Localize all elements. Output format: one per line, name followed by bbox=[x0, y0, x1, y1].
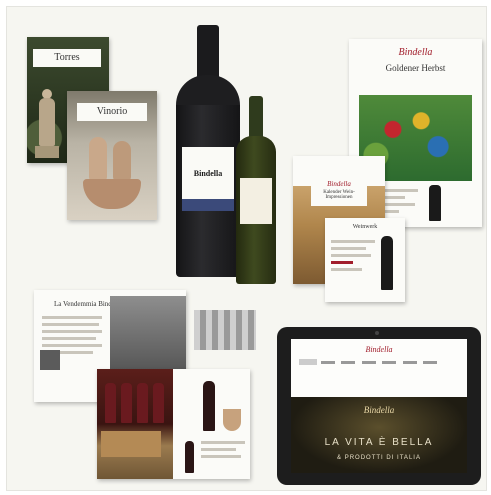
herbst-logo: Bindella bbox=[398, 47, 433, 58]
tablet-hero-sub: & PRODOTTI DI ITALIA bbox=[337, 455, 421, 461]
tablet-hero-brand: Bindella bbox=[363, 405, 395, 415]
tablet-hero: Bindella LA VITA È BELLA & PRODOTTI DI I… bbox=[291, 397, 467, 473]
kalender-logo: Bindella bbox=[327, 180, 351, 188]
tablet-nav bbox=[321, 361, 437, 364]
tablet-camera bbox=[375, 331, 379, 335]
tablet-logo: Bindella bbox=[365, 345, 393, 354]
herbst-bottle bbox=[429, 185, 441, 221]
herbst-title: Goldener Herbst bbox=[385, 63, 446, 73]
wine-cellar-photo bbox=[97, 369, 173, 479]
tablet-nav-icons bbox=[299, 359, 317, 365]
wine-bottle-name: Bindella bbox=[193, 169, 223, 178]
vinorio-booklet: Vinorio bbox=[67, 91, 157, 220]
magazine-product-page bbox=[177, 369, 250, 479]
kalender-inset-text: Kalender Wein-Impressionen bbox=[323, 190, 355, 200]
price-flyer-text bbox=[331, 240, 375, 275]
sculpture-image bbox=[83, 133, 141, 213]
wine-bottle-label: Bindella bbox=[182, 147, 234, 211]
tablet-screen: Bindella Bindella LA VITA È BELLA & PROD… bbox=[291, 339, 467, 473]
torres-label: Torres bbox=[33, 49, 101, 67]
price-flyer: Weinwerk bbox=[325, 218, 405, 302]
collage-frame: Torres Vinorio Bindella Bindella Goldene… bbox=[6, 6, 487, 491]
wine-bottle-large: Bindella bbox=[176, 25, 240, 277]
oil-bottle-label bbox=[240, 178, 272, 224]
price-flyer-title: Weinwerk bbox=[352, 224, 378, 230]
tablet-device: Bindella Bindella LA VITA È BELLA & PROD… bbox=[277, 327, 481, 485]
magazine-spread-bottom bbox=[97, 369, 250, 479]
wine-glass bbox=[223, 409, 241, 431]
magazine-small-photo bbox=[40, 350, 60, 370]
product-bottle bbox=[203, 381, 215, 431]
price-flyer-bottle bbox=[381, 236, 393, 290]
oil-bottle-small bbox=[236, 96, 276, 284]
tablet-hero-tagline: LA VITA È BELLA bbox=[324, 437, 434, 448]
vinorio-label: Vinorio bbox=[77, 103, 147, 121]
statue-image bbox=[35, 89, 59, 159]
kalender-inset: Bindella Kalender Wein-Impressionen bbox=[311, 178, 367, 206]
